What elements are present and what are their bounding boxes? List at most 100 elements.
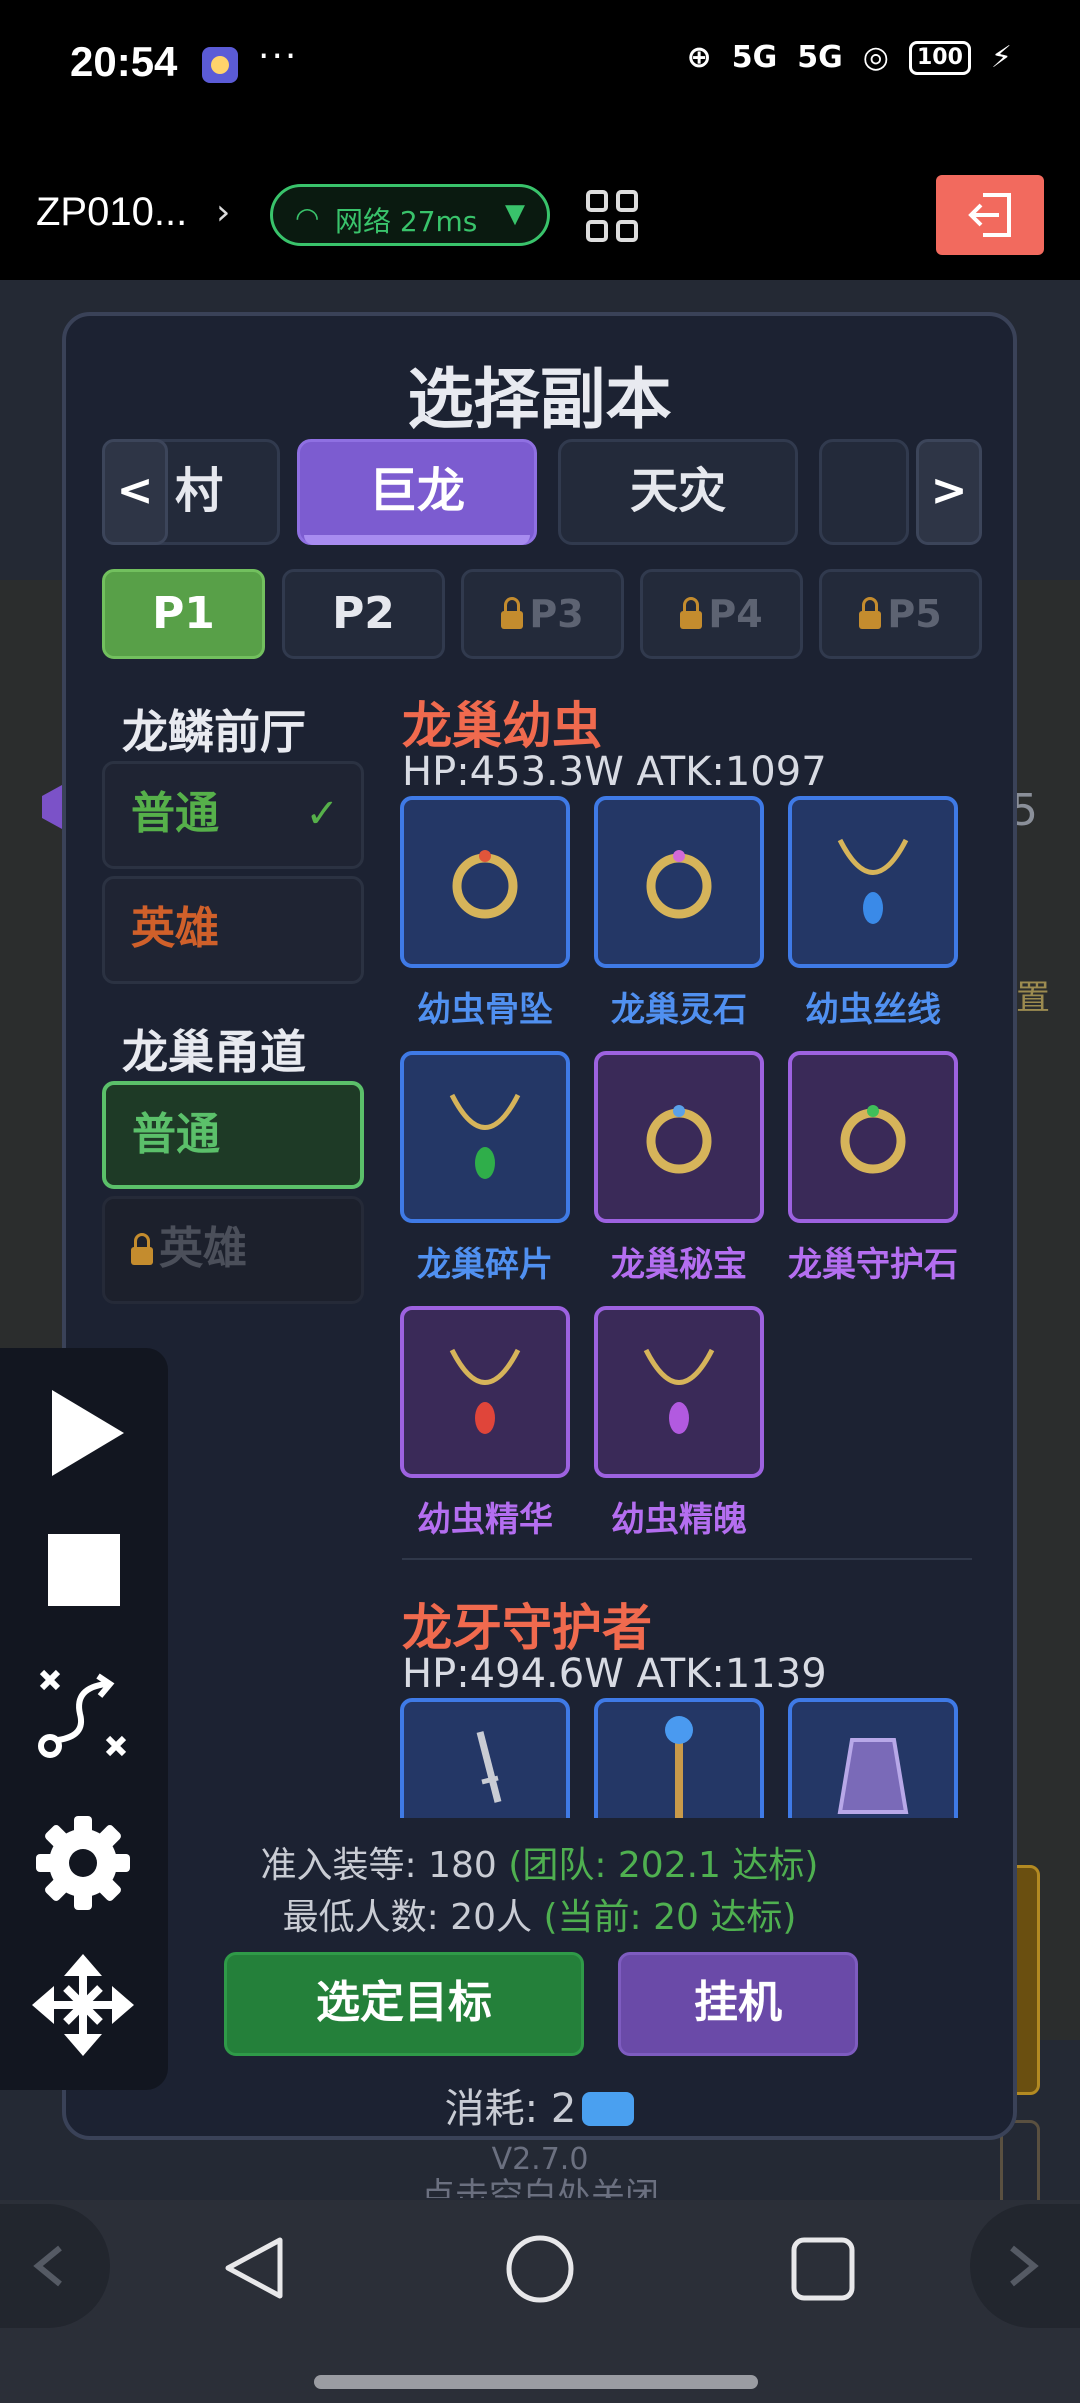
- lock-icon: [680, 597, 703, 629]
- tab-prev-arrow[interactable]: <: [102, 439, 168, 545]
- lock-icon: [501, 597, 524, 629]
- check-icon: ✓: [305, 791, 339, 837]
- nav-edge-left[interactable]: [0, 2204, 110, 2328]
- tab-phase-p5[interactable]: P5: [819, 569, 982, 659]
- lock-icon: [131, 1233, 153, 1265]
- dungeon-select-modal: 选择副本 村 巨龙 天灾 < > P1 P2 P3 P4 P5 龙鳞前厅 普通 …: [62, 312, 1017, 2140]
- gear-icon[interactable]: [34, 1814, 132, 1912]
- ring-icon: [646, 1105, 712, 1174]
- boss-divider: [402, 1558, 972, 1560]
- tab-next-arrow[interactable]: >: [916, 439, 982, 545]
- drop-item-slot[interactable]: [594, 796, 764, 968]
- necklace-icon: [643, 1348, 715, 1434]
- difficulty-normal-zone2[interactable]: 普通: [102, 1081, 364, 1189]
- tab-phase-p4[interactable]: P4: [640, 569, 803, 659]
- boss-stats: HP:494.6W ATK:1139: [402, 1651, 827, 1697]
- tab-phase-p3[interactable]: P3: [461, 569, 624, 659]
- stop-icon[interactable]: [48, 1534, 120, 1606]
- tab-phase-p1[interactable]: P1: [102, 569, 265, 659]
- hd-voice-icon: ⊕: [686, 40, 712, 75]
- play-icon[interactable]: [48, 1386, 128, 1480]
- tab-category-2[interactable]: 天灾: [558, 439, 798, 545]
- charging-icon: ⚡: [990, 40, 1012, 75]
- armor-icon: [837, 1738, 909, 1814]
- drop-item-slot[interactable]: [594, 1051, 764, 1223]
- tab-phase-label: P5: [887, 592, 942, 636]
- signal-icon-2: 5G: [797, 40, 843, 75]
- recents-icon[interactable]: [790, 2236, 856, 2302]
- close-hint: 点击空白处关闭: [421, 2176, 659, 2198]
- player-count-label: 最低人数: 20人: [282, 1897, 544, 1938]
- boss-stats: HP:453.3W ATK:1097: [402, 749, 827, 795]
- zone-title: 龙鳞前厅: [122, 705, 306, 759]
- ring-icon: [840, 1105, 906, 1174]
- drop-list-clip: [396, 1698, 996, 1818]
- drop-item-slot[interactable]: [788, 1698, 958, 1818]
- tab-category-1[interactable]: 巨龙: [297, 439, 537, 545]
- server-name[interactable]: ZP010...: [36, 190, 187, 235]
- drop-item-slot[interactable]: [400, 1698, 570, 1818]
- boss-name: 龙牙守护者: [402, 1599, 652, 1657]
- drop-item-slot[interactable]: [594, 1306, 764, 1478]
- necklace-icon: [449, 1093, 521, 1179]
- difficulty-hero-zone1[interactable]: 英雄: [102, 876, 364, 984]
- route-icon[interactable]: [36, 1666, 130, 1760]
- tab-phase-p2[interactable]: P2: [282, 569, 445, 659]
- exit-button[interactable]: [936, 175, 1044, 255]
- item-level-label: 准入装等: 180: [260, 1845, 509, 1886]
- tab-phase-label: P4: [708, 592, 763, 636]
- idle-button[interactable]: 挂机: [618, 1952, 858, 2056]
- ring-icon: [646, 850, 712, 919]
- more-notifications-icon: ···: [258, 36, 299, 77]
- drop-item-slot[interactable]: [594, 1698, 764, 1818]
- cost-display: 消耗: 2: [66, 2076, 1013, 2134]
- move-icon[interactable]: [30, 1952, 136, 2058]
- drop-item-name: 幼虫骨坠: [417, 990, 553, 1030]
- category-tabs: 村 巨龙 天灾 < >: [102, 439, 982, 549]
- drop-item-name: 龙巢秘宝: [611, 1245, 747, 1285]
- tab-category-3[interactable]: [819, 439, 909, 545]
- edge-back-chevron-icon: [33, 2245, 62, 2287]
- drop-item-name: 龙巢守护石: [788, 1245, 958, 1285]
- difficulty-normal-zone1[interactable]: 普通 ✓: [102, 761, 364, 869]
- top-app-bar: ZP010... › ◠ 网络 27ms ▼: [0, 150, 1080, 280]
- item-level-status: (团队: 202.1 达标): [508, 1845, 819, 1886]
- drop-item-slot[interactable]: [788, 796, 958, 968]
- cost-label: 消耗: 2: [444, 2086, 577, 2132]
- staff-icon: [665, 1716, 693, 1818]
- drop-item-name: 龙巢灵石: [611, 990, 747, 1030]
- select-target-button[interactable]: 选定目标: [224, 1952, 584, 2056]
- player-count-status: (当前: 20 达标): [543, 1897, 797, 1938]
- zone-title: 龙巢甬道: [122, 1025, 306, 1079]
- wifi-icon: ◠: [295, 201, 320, 234]
- app-notification-icon: [202, 47, 238, 83]
- battery-icon: 100: [908, 40, 971, 75]
- drop-item-slot[interactable]: [400, 1051, 570, 1223]
- boss-name: 龙巢幼虫: [402, 697, 602, 755]
- back-icon[interactable]: [222, 2234, 288, 2302]
- chevron-right-icon[interactable]: ›: [216, 192, 230, 233]
- drop-item-slot[interactable]: [400, 796, 570, 968]
- network-status-pill[interactable]: ◠ 网络 27ms ▼: [270, 184, 550, 246]
- network-latency: 网络 27ms: [335, 205, 478, 238]
- home-indicator[interactable]: [314, 2375, 758, 2389]
- drop-item-name: 幼虫丝线: [805, 990, 941, 1030]
- grid-menu-icon[interactable]: [586, 190, 638, 242]
- necklace-icon: [837, 838, 909, 924]
- background-text-2: 置: [1016, 978, 1050, 1018]
- necklace-icon: [449, 1348, 521, 1434]
- drop-item-name: 龙巢碎片: [417, 1245, 553, 1285]
- caret-down-icon: ▼: [505, 199, 525, 229]
- drop-item-slot[interactable]: [400, 1306, 570, 1478]
- drop-item-name: 幼虫精华: [417, 1500, 553, 1540]
- system-nav-bar: [0, 2200, 1080, 2403]
- drop-item-slot[interactable]: [788, 1051, 958, 1223]
- status-bar: 20:54 ··· ⊕ 5G 5G ◎ 100 ⚡: [0, 0, 1080, 130]
- tab-phase-label: P3: [529, 592, 584, 636]
- difficulty-hero-zone2[interactable]: 英雄: [102, 1196, 364, 1304]
- modal-title: 选择副本: [407, 361, 672, 438]
- floating-toolbar: [0, 1348, 168, 2090]
- nav-edge-right[interactable]: [970, 2204, 1080, 2328]
- difficulty-label: 普通: [131, 788, 219, 839]
- home-icon[interactable]: [505, 2234, 575, 2304]
